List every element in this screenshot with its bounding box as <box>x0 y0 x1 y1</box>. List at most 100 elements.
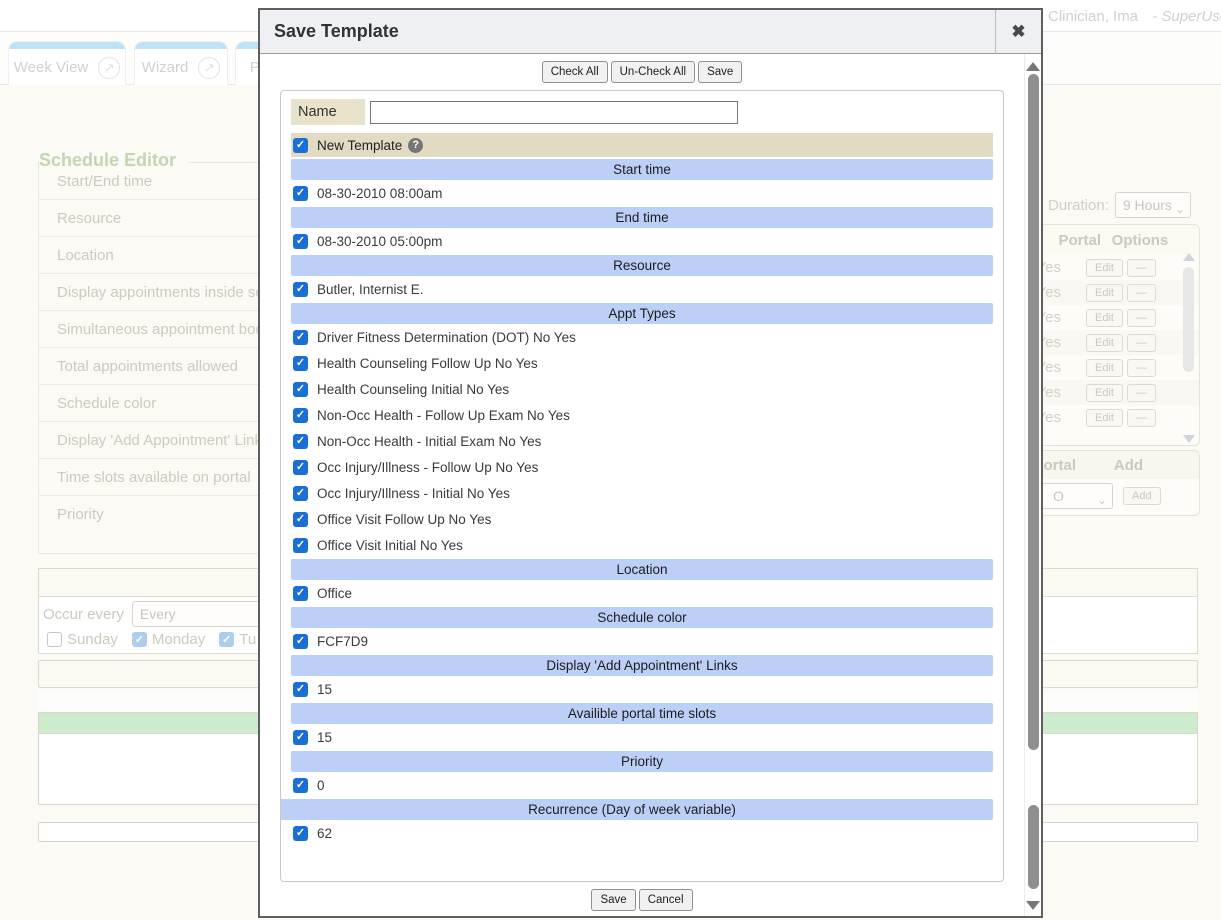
field-value: Occ Injury/Illness - Follow Up No Yes <box>317 460 538 475</box>
dash-button[interactable]: — <box>1127 359 1156 377</box>
section-header: Location <box>291 559 993 580</box>
template-name-input[interactable] <box>370 101 738 124</box>
field-value: Health Counseling Initial No Yes <box>317 382 509 397</box>
field-checkbox[interactable]: ✓ <box>293 826 308 841</box>
template-field-row: ✓15 <box>291 677 993 702</box>
day-checkbox[interactable]: ✓ <box>132 632 147 647</box>
field-checkbox[interactable]: ✓ <box>293 382 308 397</box>
edit-button[interactable]: Edit <box>1086 259 1123 277</box>
template-field-row: ✓62 <box>291 821 993 846</box>
field-value: Driver Fitness Determination (DOT) No Ye… <box>317 330 576 345</box>
dash-button[interactable]: — <box>1127 284 1156 302</box>
close-icon[interactable]: ✖ <box>995 10 1041 54</box>
duration-select[interactable]: 9 Hours ⌄ <box>1115 192 1191 218</box>
field-checkbox[interactable]: ✓ <box>293 460 308 475</box>
section-header: Start time <box>291 159 993 180</box>
field-value: Office Visit Initial No Yes <box>317 538 463 553</box>
edit-button[interactable]: Edit <box>1086 309 1123 327</box>
scroll-down-icon[interactable] <box>1026 901 1040 910</box>
dialog-body: Check AllUn-Check AllSave Name ✓ New Tem… <box>260 54 1041 916</box>
day-checkbox[interactable] <box>47 632 62 647</box>
field-value: 15 <box>317 730 332 745</box>
chevron-down-icon: ⌄ <box>1175 197 1185 218</box>
scrollbar-thumb[interactable] <box>1028 74 1039 750</box>
table-scrollbar[interactable] <box>1181 253 1197 443</box>
edit-button[interactable]: Edit <box>1086 334 1123 352</box>
field-checkbox[interactable]: ✓ <box>293 586 308 601</box>
day-checkbox[interactable]: ✓ <box>219 632 234 647</box>
field-checkbox[interactable]: ✓ <box>293 682 308 697</box>
save-template-dialog: Save Template ✖ Check AllUn-Check AllSav… <box>258 8 1043 918</box>
template-field-row: ✓Office Visit Follow Up No Yes <box>291 507 993 532</box>
dash-button[interactable]: — <box>1127 334 1156 352</box>
section-header: Resource <box>291 255 993 276</box>
template-field-row: ✓0 <box>291 773 993 798</box>
dialog-bottom-buttons: SaveCancel <box>260 889 1024 911</box>
tab-accent-strip <box>135 42 227 49</box>
open-in-new-icon[interactable]: ↗ <box>198 57 220 79</box>
field-checkbox[interactable]: ✓ <box>293 634 308 649</box>
day-option-sunday: Sunday <box>47 631 118 648</box>
field-checkbox[interactable]: ✓ <box>293 538 308 553</box>
dash-button[interactable]: — <box>1127 409 1156 427</box>
bottom-save-button[interactable]: Save <box>591 889 635 911</box>
duration-row: Duration: 9 Hours ⌄ <box>1048 192 1191 218</box>
field-checkbox[interactable]: ✓ <box>293 778 308 793</box>
field-checkbox[interactable]: ✓ <box>293 434 308 449</box>
portal-add-header-add: Add <box>1076 457 1181 474</box>
top-check-all-button[interactable]: Check All <box>542 61 608 83</box>
tab-week-view[interactable]: Week View↗ <box>8 41 126 85</box>
field-value: Non-Occ Health - Initial Exam No Yes <box>317 434 541 449</box>
tab-label: Wizard <box>142 59 189 76</box>
dash-button[interactable]: — <box>1127 309 1156 327</box>
edit-button[interactable]: Edit <box>1086 384 1123 402</box>
field-checkbox[interactable]: ✓ <box>293 186 308 201</box>
new-template-checkbox[interactable]: ✓ <box>293 138 308 153</box>
edit-button[interactable]: Edit <box>1086 359 1123 377</box>
template-field-row: ✓ 15 <box>291 725 993 750</box>
section-header: End time <box>291 207 993 228</box>
field-checkbox[interactable]: ✓ <box>293 356 308 371</box>
dialog-title: Save Template <box>260 21 995 42</box>
duration-label: Duration: <box>1048 197 1109 214</box>
logged-in-user: Clinician, Ima - SuperUse <box>1048 8 1221 25</box>
dialog-scrollbar[interactable] <box>1024 54 1041 916</box>
tab-accent-strip <box>9 42 125 49</box>
dialog-top-buttons: Check AllUn-Check AllSave <box>260 61 1024 83</box>
day-option-monday: ✓ Monday <box>132 631 205 648</box>
field-checkbox[interactable]: ✓ <box>293 330 308 345</box>
top-un-check-all-button[interactable]: Un-Check All <box>611 61 695 83</box>
field-checkbox[interactable]: ✓ <box>293 234 308 249</box>
dash-button[interactable]: — <box>1127 259 1156 277</box>
bottom-cancel-button[interactable]: Cancel <box>639 889 693 911</box>
dash-button[interactable]: — <box>1127 384 1156 402</box>
field-value: Health Counseling Follow Up No Yes <box>317 356 538 371</box>
field-checkbox[interactable]: ✓ <box>293 282 308 297</box>
add-button[interactable]: Add <box>1123 487 1161 505</box>
occur-every-select[interactable]: Every ⌄ <box>132 601 274 627</box>
open-in-new-icon[interactable]: ↗ <box>98 57 120 79</box>
field-checkbox[interactable]: ✓ <box>293 408 308 423</box>
field-checkbox[interactable]: ✓ <box>293 512 308 527</box>
scroll-down-icon[interactable] <box>1183 435 1195 443</box>
field-value: Office <box>317 586 352 601</box>
tab-wizard[interactable]: Wizard ↗ <box>134 41 228 85</box>
scroll-up-icon[interactable] <box>1183 253 1195 261</box>
day-label: Monday <box>152 631 205 648</box>
top-save-button[interactable]: Save <box>698 61 742 83</box>
scroll-up-icon[interactable] <box>1026 62 1040 71</box>
field-value: 08-30-2010 08:00am <box>317 186 442 201</box>
scrollbar-thumb[interactable] <box>1183 267 1194 372</box>
section-header: Priority <box>291 751 993 772</box>
field-checkbox[interactable]: ✓ <box>293 486 308 501</box>
template-fields-box: Name ✓ New Template ? Start time✓08-30-2… <box>280 90 1004 882</box>
template-field-row: ✓ Office Visit Initial No Yes <box>291 533 993 558</box>
template-field-row: ✓Occ Injury/Illness - Initial No Yes <box>291 481 993 506</box>
new-template-label: New Template <box>317 138 402 153</box>
scrollbar-thumb-secondary[interactable] <box>1028 805 1039 889</box>
field-checkbox[interactable]: ✓ <box>293 730 308 745</box>
help-icon[interactable]: ? <box>408 138 423 153</box>
field-value: FCF7D9 <box>317 634 368 649</box>
edit-button[interactable]: Edit <box>1086 409 1123 427</box>
edit-button[interactable]: Edit <box>1086 284 1123 302</box>
